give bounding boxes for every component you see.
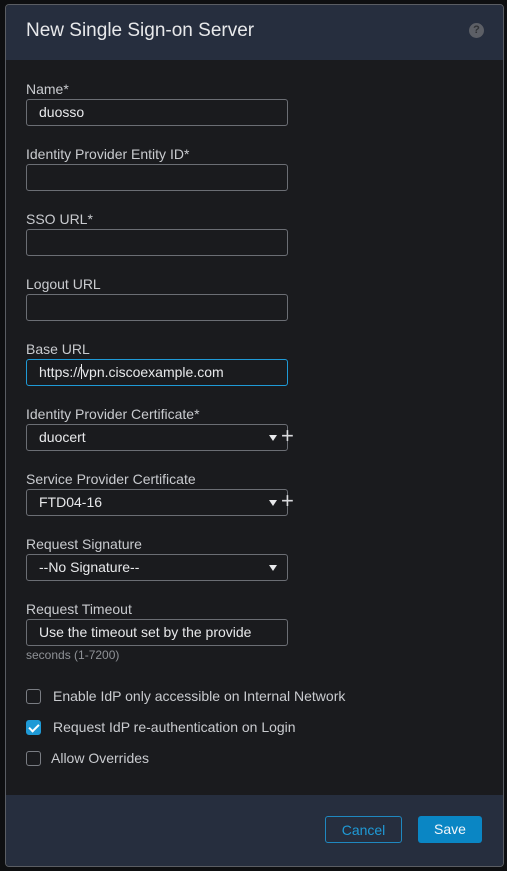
internal-network-label: Enable IdP only accessible on Internal N… [53,688,346,704]
logout-url-label: Logout URL [26,276,101,292]
base-url-input[interactable]: https://vpn.ciscoexample.com [26,359,288,386]
request-signature-selected: --No Signature-- [39,559,140,575]
allow-overrides-label: Allow Overrides [51,750,150,766]
logout-url-input[interactable] [26,294,288,321]
help-icon[interactable]: ? [469,23,484,38]
reauth-checkbox-row[interactable]: Request IdP re-authentication on Login [26,719,296,735]
idp-cert-field-group: Identity Provider Certificate* duocert + [26,406,294,451]
request-timeout-hint: seconds (1-7200) [26,648,120,662]
entity-id-input[interactable] [26,164,288,191]
request-timeout-input[interactable]: Use the timeout set by the provide [26,619,288,646]
sp-cert-label: Service Provider Certificate [26,471,196,487]
add-idp-cert-icon[interactable]: + [281,425,294,447]
chevron-down-icon [269,500,277,506]
dialog-title: New Single Sign-on Server [26,20,255,41]
sso-url-label: SSO URL* [26,211,93,227]
dialog-body: Name* duosso Identity Provider Entity ID… [6,60,503,795]
entity-id-label: Identity Provider Entity ID* [26,146,190,162]
request-signature-label: Request Signature [26,536,142,552]
entity-id-field-group: Identity Provider Entity ID* [26,146,288,191]
name-label: Name* [26,81,69,97]
name-input[interactable]: duosso [26,99,288,126]
base-url-field-group: Base URL https://vpn.ciscoexample.com [26,341,288,386]
sp-cert-selected: FTD04-16 [39,494,103,510]
reauth-checkbox[interactable] [26,719,41,735]
sp-cert-field-group: Service Provider Certificate FTD04-16 + [26,471,294,516]
sso-url-field-group: SSO URL* [26,211,288,256]
chevron-down-icon [269,565,277,571]
internal-network-checkbox[interactable] [26,688,41,704]
allow-overrides-checkbox-row[interactable]: Allow Overrides [26,750,149,766]
cancel-button[interactable]: Cancel [325,816,402,843]
sp-cert-select[interactable]: FTD04-16 [26,489,288,516]
logout-url-field-group: Logout URL [26,276,288,321]
reauth-label: Request IdP re-authentication on Login [53,719,296,735]
dialog-header: New Single Sign-on Server ? [6,5,503,60]
request-signature-select[interactable]: --No Signature-- [26,554,288,581]
idp-cert-selected: duocert [39,429,86,445]
internal-network-checkbox-row[interactable]: Enable IdP only accessible on Internal N… [26,688,345,704]
idp-cert-select[interactable]: duocert [26,424,288,451]
request-timeout-label: Request Timeout [26,601,132,617]
new-sso-server-dialog: New Single Sign-on Server ? Name* duosso… [5,4,504,867]
sso-url-input[interactable] [26,229,288,256]
base-url-value-start: https:// [39,364,82,380]
base-url-value-end: vpn.ciscoexample.com [82,364,224,380]
dialog-footer: Cancel Save [6,795,503,866]
chevron-down-icon [269,435,277,441]
allow-overrides-checkbox[interactable] [26,750,41,766]
base-url-label: Base URL [26,341,90,357]
save-button[interactable]: Save [418,816,482,843]
idp-cert-label: Identity Provider Certificate* [26,406,200,422]
request-timeout-field-group: Request Timeout Use the timeout set by t… [26,601,288,662]
name-field-group: Name* duosso [26,81,288,126]
request-signature-field-group: Request Signature --No Signature-- [26,536,288,581]
add-sp-cert-icon[interactable]: + [281,490,294,512]
